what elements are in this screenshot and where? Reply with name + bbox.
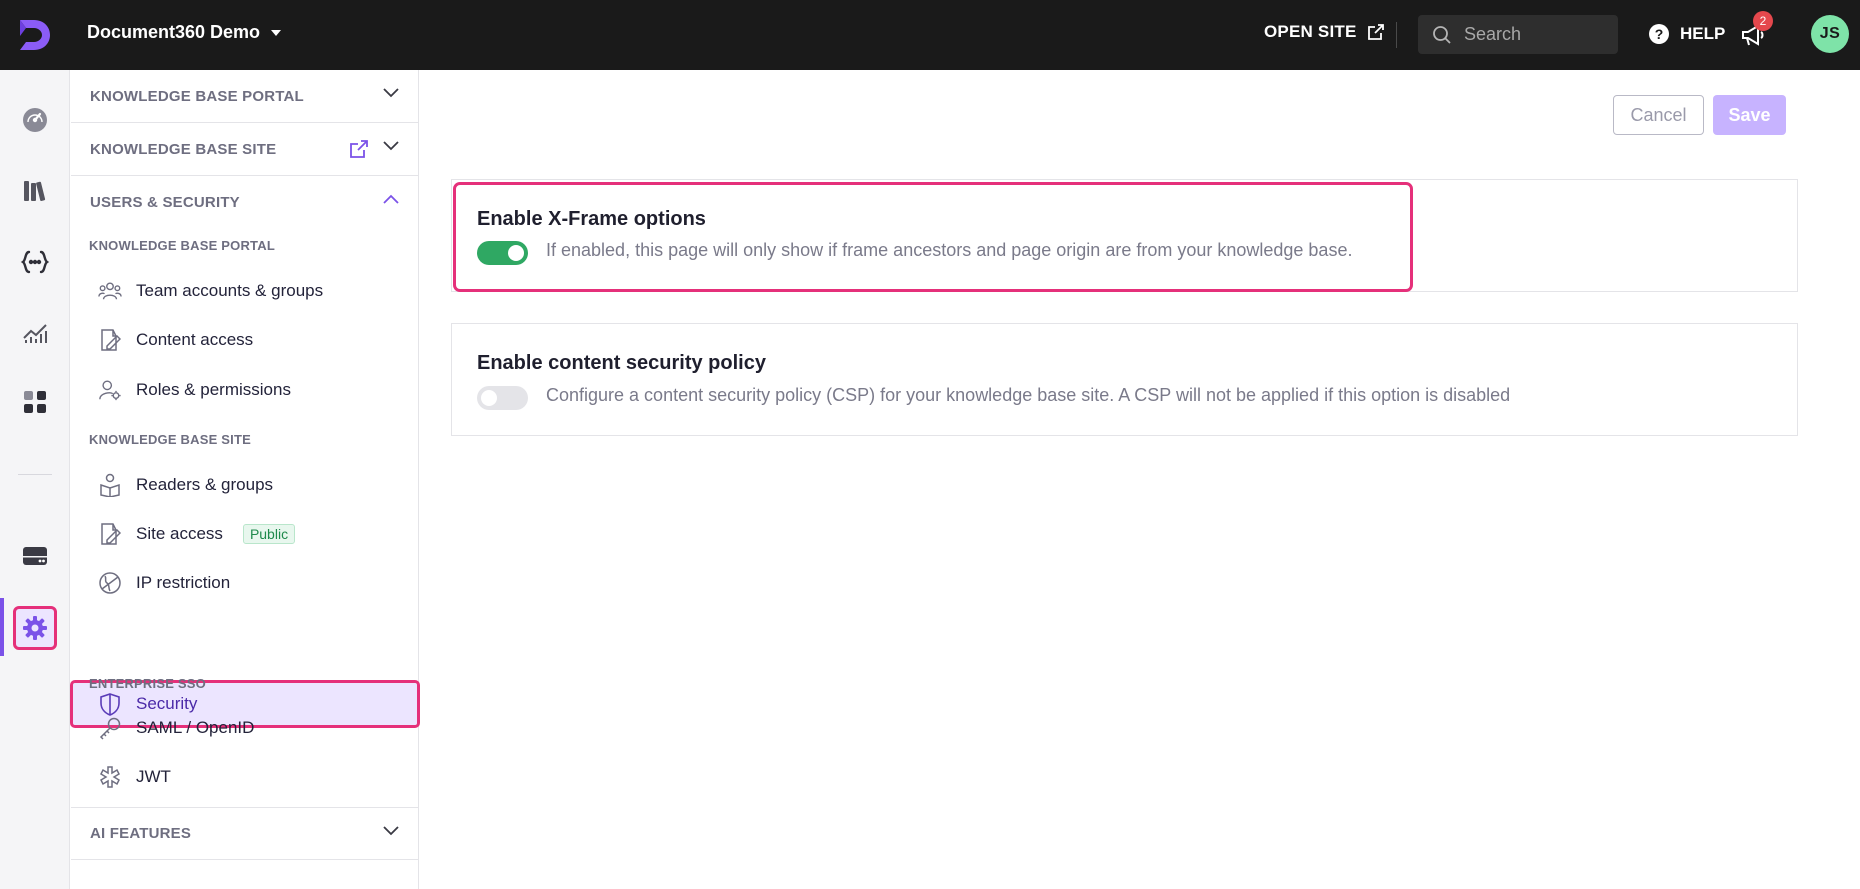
cancel-button[interactable]: Cancel bbox=[1613, 95, 1704, 135]
nav-saml-openid-label: SAML / OpenID bbox=[136, 718, 255, 737]
nav-roles-permissions-label: Roles & permissions bbox=[136, 380, 291, 399]
rail-divider bbox=[18, 474, 52, 475]
settings-rail-item[interactable] bbox=[13, 606, 57, 650]
xframe-description: If enabled, this page will only show if … bbox=[546, 240, 1353, 260]
section-ai-features-label: AI FEATURES bbox=[90, 825, 192, 842]
subheading-kb-site: KNOWLEDGE BASE SITE bbox=[89, 432, 251, 447]
section-ai-features[interactable]: AI FEATURES bbox=[71, 807, 419, 860]
documentation-icon[interactable] bbox=[18, 174, 52, 208]
external-link-icon[interactable] bbox=[349, 139, 369, 159]
xframe-title: Enable X-Frame options bbox=[477, 208, 706, 230]
caret-down-icon bbox=[270, 29, 282, 37]
section-users-security[interactable]: USERS & SECURITY bbox=[71, 176, 419, 229]
top-bar: Document360 Demo OPEN SITE ? HELP bbox=[0, 0, 1860, 70]
rail-active-indicator bbox=[0, 598, 4, 656]
document-edit-icon bbox=[98, 522, 122, 546]
svg-text:?: ? bbox=[1655, 26, 1664, 42]
search-icon bbox=[1432, 25, 1452, 45]
subheading-enterprise-sso: ENTERPRISE SSO bbox=[89, 676, 206, 691]
search-input[interactable] bbox=[1464, 24, 1604, 45]
user-gear-icon bbox=[98, 378, 122, 402]
nav-team-accounts[interactable]: Team accounts & groups bbox=[71, 269, 419, 313]
csp-option-card bbox=[451, 323, 1798, 436]
nav-site-access[interactable]: Site access Public bbox=[71, 512, 419, 556]
settings-icon bbox=[22, 615, 48, 641]
csp-description: Configure a content security policy (CSP… bbox=[546, 385, 1511, 405]
section-kb-site[interactable]: KNOWLEDGE BASE SITE bbox=[71, 123, 419, 176]
nav-saml-openid[interactable]: SAML / OpenID bbox=[71, 706, 419, 750]
nav-ip-restriction-label: IP restriction bbox=[136, 573, 231, 592]
section-kb-site-label: KNOWLEDGE BASE SITE bbox=[90, 140, 277, 158]
nav-jwt[interactable]: JWT bbox=[71, 755, 419, 799]
settings-sidebar: KNOWLEDGE BASE PORTAL KNOWLEDGE BASE SIT… bbox=[70, 70, 420, 889]
nav-site-access-label: Site access bbox=[136, 524, 223, 543]
toggle-knob bbox=[508, 245, 524, 261]
chevron-up-icon bbox=[383, 194, 399, 204]
drive-icon[interactable] bbox=[18, 539, 52, 573]
app-rail bbox=[0, 70, 70, 889]
xframe-toggle[interactable] bbox=[477, 241, 528, 265]
section-users-security-label: USERS & SECURITY bbox=[90, 194, 240, 211]
nav-ip-restriction[interactable]: IP restriction bbox=[71, 561, 419, 605]
subheading-kb-portal: KNOWLEDGE BASE PORTAL bbox=[89, 238, 275, 253]
nav-roles-permissions[interactable]: Roles & permissions bbox=[71, 368, 419, 412]
analytics-icon[interactable] bbox=[18, 315, 52, 349]
open-site-link[interactable]: OPEN SITE bbox=[1264, 22, 1385, 42]
section-kb-portal[interactable]: KNOWLEDGE BASE PORTAL bbox=[71, 70, 419, 123]
dashboard-icon[interactable] bbox=[18, 103, 52, 137]
widgets-icon[interactable] bbox=[18, 385, 52, 419]
csp-title: Enable content security policy bbox=[477, 352, 766, 374]
external-link-icon bbox=[1367, 23, 1385, 41]
nav-readers-groups[interactable]: Readers & groups bbox=[71, 463, 419, 507]
chevron-down-icon bbox=[383, 88, 399, 98]
nav-content-access-label: Content access bbox=[136, 330, 254, 349]
section-kb-portal-label: KNOWLEDGE BASE PORTAL bbox=[90, 87, 304, 105]
search-box[interactable] bbox=[1418, 15, 1618, 54]
help-button[interactable]: ? HELP bbox=[1648, 23, 1725, 45]
reader-icon bbox=[98, 473, 122, 497]
avatar[interactable]: JS bbox=[1811, 15, 1849, 53]
document360-logo-icon[interactable] bbox=[16, 16, 54, 54]
notification-badge: 2 bbox=[1753, 11, 1773, 31]
project-name: Document360 Demo bbox=[87, 22, 261, 42]
status-badge: Public bbox=[242, 524, 296, 544]
nav-content-access[interactable]: Content access bbox=[71, 318, 419, 362]
nav-jwt-label: JWT bbox=[136, 767, 171, 786]
toggle-knob bbox=[481, 390, 497, 406]
asterisk-icon bbox=[98, 765, 122, 789]
save-button[interactable]: Save bbox=[1713, 95, 1786, 135]
team-icon bbox=[98, 279, 122, 303]
header-divider bbox=[1396, 22, 1397, 48]
xframe-highlight bbox=[453, 182, 1413, 292]
chevron-down-icon bbox=[383, 826, 399, 836]
help-icon: ? bbox=[1648, 23, 1670, 45]
nav-team-accounts-label: Team accounts & groups bbox=[136, 281, 324, 300]
api-docs-icon[interactable] bbox=[18, 245, 52, 279]
csp-toggle[interactable] bbox=[477, 386, 528, 410]
document-edit-icon bbox=[98, 328, 122, 352]
project-selector[interactable]: Document360 Demo bbox=[87, 22, 282, 43]
key-icon bbox=[98, 716, 122, 740]
globe-restricted-icon bbox=[98, 571, 122, 595]
help-label: HELP bbox=[1680, 24, 1726, 43]
nav-readers-groups-label: Readers & groups bbox=[136, 475, 274, 494]
open-site-label: OPEN SITE bbox=[1264, 22, 1357, 41]
chevron-down-icon bbox=[383, 141, 399, 151]
